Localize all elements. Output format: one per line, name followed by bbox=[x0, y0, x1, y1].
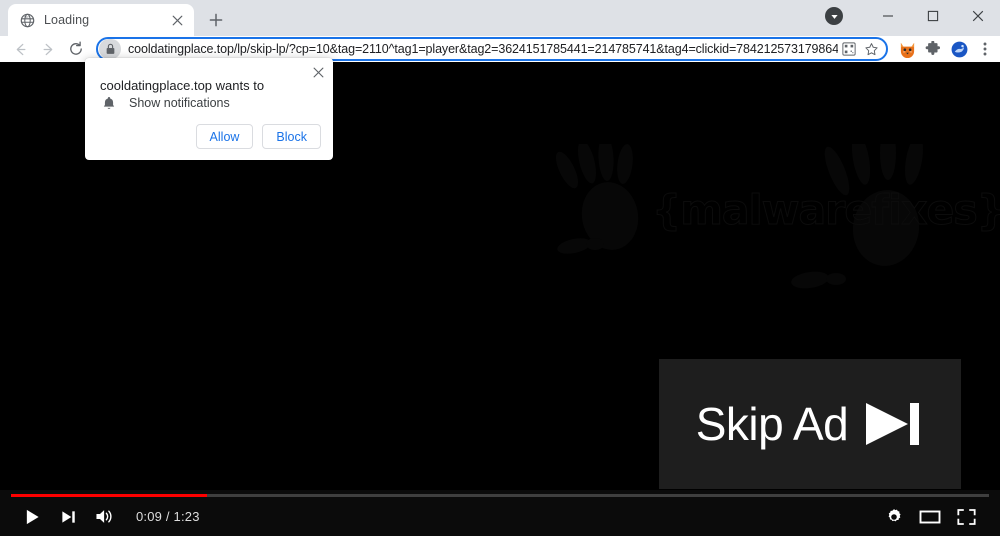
padlock-icon[interactable] bbox=[99, 39, 121, 59]
skip-forward-icon bbox=[862, 399, 924, 449]
window-minimize-button[interactable] bbox=[865, 0, 910, 32]
allow-button[interactable]: Allow bbox=[195, 124, 254, 149]
profile-avatar[interactable] bbox=[946, 37, 972, 61]
skip-ad-button[interactable]: Skip Ad bbox=[659, 359, 961, 489]
site-watermark: {malwarefixes} bbox=[548, 144, 1000, 344]
qr-code-icon[interactable] bbox=[838, 39, 860, 59]
tab-title: Loading bbox=[44, 13, 90, 27]
toolbar-extensions bbox=[894, 37, 1000, 61]
puzzle-extensions-icon[interactable] bbox=[920, 37, 946, 61]
volume-button[interactable] bbox=[86, 499, 122, 535]
skip-ad-text: Skip Ad bbox=[695, 398, 849, 450]
player-controls-right bbox=[876, 499, 1000, 535]
window-close-button[interactable] bbox=[955, 0, 1000, 32]
skip-ad-label-group: Skip Ad bbox=[696, 397, 925, 451]
omnibox-actions bbox=[838, 39, 886, 59]
close-icon[interactable] bbox=[309, 63, 327, 81]
chrome-menu-icon[interactable] bbox=[972, 37, 998, 61]
browser-tab[interactable]: Loading bbox=[8, 4, 194, 36]
new-tab-button[interactable] bbox=[202, 6, 230, 34]
permission-request-row: Show notifications bbox=[100, 94, 230, 112]
download-indicator-icon[interactable] bbox=[825, 7, 843, 25]
back-button[interactable] bbox=[6, 36, 34, 62]
tab-list: Loading bbox=[0, 0, 230, 36]
permission-dialog-title: cooldatingplace.top wants to bbox=[100, 78, 265, 93]
next-video-button[interactable] bbox=[50, 499, 86, 535]
url-text[interactable]: cooldatingplace.top/lp/skip-lp/?cp=10&ta… bbox=[121, 42, 838, 56]
tab-strip: Loading bbox=[0, 0, 1000, 36]
play-button[interactable] bbox=[14, 499, 50, 535]
fullscreen-icon[interactable] bbox=[948, 499, 984, 535]
player-controls-left: 0:09 / 1:23 bbox=[0, 499, 200, 535]
globe-icon bbox=[19, 12, 35, 28]
theater-mode-icon[interactable] bbox=[912, 499, 948, 535]
watermark-text: {malwarefixes} bbox=[652, 186, 1000, 235]
player-controls-row: 0:09 / 1:23 bbox=[0, 497, 1000, 536]
fox-extension-icon[interactable] bbox=[894, 37, 920, 61]
browser-window: Loading cooldatingplace.top/lp/skip-lp/?… bbox=[0, 0, 1000, 536]
bookmark-star-icon[interactable] bbox=[860, 39, 882, 59]
tab-close-icon[interactable] bbox=[168, 11, 186, 29]
block-button[interactable]: Block bbox=[262, 124, 321, 149]
notification-permission-dialog[interactable]: cooldatingplace.top wants to Show notifi… bbox=[85, 58, 333, 160]
permission-request-label: Show notifications bbox=[129, 96, 230, 110]
window-controls bbox=[825, 0, 1000, 32]
video-player-controls: 0:09 / 1:23 bbox=[0, 490, 1000, 536]
permission-dialog-actions: Allow Block bbox=[195, 124, 321, 149]
time-display: 0:09 / 1:23 bbox=[136, 509, 200, 524]
gear-icon[interactable] bbox=[876, 499, 912, 535]
handprint-graphic bbox=[555, 144, 923, 289]
window-maximize-button[interactable] bbox=[910, 0, 955, 32]
forward-button[interactable] bbox=[34, 36, 62, 62]
bell-icon bbox=[100, 94, 118, 112]
